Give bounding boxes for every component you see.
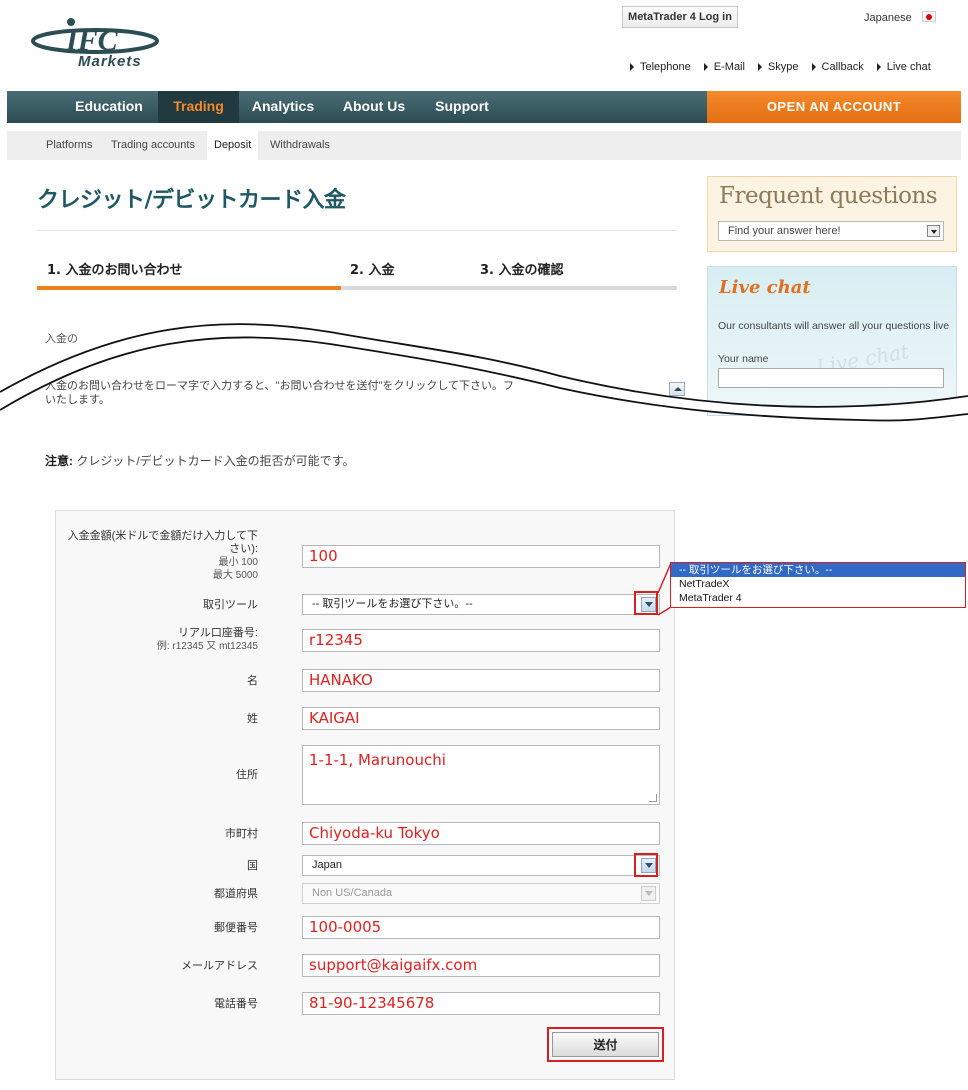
nav-item-education[interactable]: Education — [63, 91, 155, 123]
phone-label: 電話番号 — [214, 998, 258, 1010]
phone-input[interactable]: 81-90-12345678 — [302, 992, 660, 1015]
platform-option-metatrader4[interactable]: MetaTrader 4 — [671, 591, 965, 605]
sub-nav: Platforms Trading accounts Deposit Withd… — [7, 131, 961, 160]
intro-instructions-text: 入金のお問い合わせをローマ字で入力すると、"お問い合わせを送付"をクリックして下… — [45, 380, 515, 406]
resize-grip-icon[interactable] — [649, 794, 657, 802]
logo-markets-text: Markets — [78, 53, 142, 70]
scroll-up-icon[interactable] — [669, 382, 685, 396]
nav-item-support[interactable]: Support — [425, 91, 499, 123]
platform-select-value: -- 取引ツールをお選び下さい。-- — [312, 598, 473, 610]
step-1-inquiry: 1. 入金のお問い合わせ — [47, 263, 183, 278]
metatrader4-login-button[interactable]: MetaTrader 4 Log in — [622, 6, 738, 28]
amount-max: 最大 5000 — [212, 570, 258, 581]
subnav-item-trading-accounts[interactable]: Trading accounts — [104, 131, 202, 160]
last-name-input[interactable]: KAIGAI — [302, 707, 660, 730]
livechat-name-label: Your name — [718, 353, 769, 365]
ifc-markets-logo[interactable]: IFC Markets — [30, 16, 160, 72]
address-label: 住所 — [236, 769, 258, 781]
submit-button[interactable]: 送付 — [552, 1032, 659, 1057]
platform-select[interactable]: -- 取引ツールをお選び下さい。-- — [302, 594, 660, 615]
livechat-box: Live chat Live chat Our consultants will… — [707, 266, 957, 416]
chevron-down-icon — [641, 886, 656, 901]
email-label: メールアドレス — [181, 960, 258, 972]
contact-link-livechat[interactable]: Live chat — [876, 61, 931, 73]
page-title: クレジット/デビットカード入金 — [37, 188, 346, 213]
intro-fragment-text: 入金の — [45, 333, 78, 345]
country-arrow-highlight — [634, 853, 658, 877]
step-2-deposit: 2. 入金 — [350, 263, 395, 278]
arrow-right-icon — [811, 63, 816, 71]
last-name-label: 姓 — [247, 713, 258, 725]
state-label: 都道府県 — [214, 888, 258, 900]
state-select-value: Non US/Canada — [312, 887, 393, 899]
main-nav: Education Trading Analytics About Us Sup… — [7, 91, 961, 123]
account-number-input[interactable]: r12345 — [302, 629, 660, 652]
contact-links: Telephone E-Mail Skype Callback Live cha… — [630, 61, 944, 73]
country-select-value: Japan — [312, 859, 342, 871]
arrow-right-icon — [757, 63, 762, 71]
step-progress-active — [37, 286, 341, 290]
city-label: 市町村 — [225, 828, 258, 840]
amount-label-group: 入金金額(米ドルで金額だけ入力して下さい): 最小 100 最大 5000 — [66, 530, 258, 582]
country-label: 国 — [247, 860, 258, 872]
faq-box: Frequent questions Find your answer here… — [707, 176, 957, 252]
notice-text: 注意: クレジット/デビットカード入金の拒否が可能です。 — [45, 452, 354, 469]
faq-title: Frequent questions — [719, 183, 938, 209]
amount-min: 最小 100 — [218, 557, 258, 568]
submit-highlight: 送付 — [547, 1027, 664, 1062]
subnav-item-platforms[interactable]: Platforms — [39, 131, 99, 160]
address-value: 1-1-1, Marunouchi — [309, 751, 446, 769]
contact-link-callback[interactable]: Callback — [811, 61, 864, 73]
logo-text: IFC — [65, 24, 119, 56]
notice-message: クレジット/デビットカード入金の拒否が可能です。 — [76, 454, 355, 468]
platform-arrow-highlight — [634, 591, 658, 615]
address-textarea[interactable]: 1-1-1, Marunouchi — [302, 745, 660, 805]
nav-item-analytics[interactable]: Analytics — [243, 91, 323, 123]
faq-select-placeholder: Find your answer here! — [728, 225, 841, 237]
email-input[interactable]: support@kaigaifx.com — [302, 954, 660, 977]
amount-label: 入金金額(米ドルで金額だけ入力して下さい): — [67, 530, 258, 555]
contact-link-telephone[interactable]: Telephone — [630, 61, 691, 73]
livechat-name-input[interactable] — [718, 368, 944, 388]
language-selector[interactable]: Japanese — [864, 12, 912, 24]
nav-item-trading[interactable]: Trading — [158, 91, 239, 123]
faq-search-select[interactable]: Find your answer here! — [718, 221, 944, 241]
country-select[interactable]: Japan — [302, 855, 660, 876]
state-select: Non US/Canada — [302, 883, 660, 904]
livechat-title: Live chat — [719, 277, 811, 298]
account-label: リアル口座番号: — [178, 627, 258, 639]
subnav-item-withdrawals[interactable]: Withdrawals — [263, 131, 337, 160]
account-label-group: リアル口座番号: 例: r12345 又 mt12345 — [66, 627, 258, 653]
arrow-right-icon — [703, 63, 708, 71]
contact-link-skype[interactable]: Skype — [757, 61, 799, 73]
arrow-right-icon — [630, 63, 634, 71]
japan-flag-icon[interactable] — [922, 11, 936, 22]
platform-option-placeholder[interactable]: -- 取引ツールをお選び下さい。-- — [671, 563, 965, 577]
first-name-label: 名 — [247, 675, 258, 687]
nav-item-about-us[interactable]: About Us — [332, 91, 416, 123]
platform-option-nettradex[interactable]: NetTradeX — [671, 577, 965, 591]
title-divider — [37, 230, 677, 231]
subnav-item-deposit[interactable]: Deposit — [207, 131, 259, 160]
zip-input[interactable]: 100-0005 — [302, 916, 660, 939]
account-example: 例: r12345 又 mt12345 — [156, 641, 258, 652]
livechat-description: Our consultants will answer all your que… — [718, 320, 950, 332]
platform-dropdown-list: -- 取引ツールをお選び下さい。-- NetTradeX MetaTrader … — [670, 562, 966, 608]
chevron-down-icon[interactable] — [927, 225, 940, 237]
contact-link-email[interactable]: E-Mail — [703, 61, 745, 73]
ifc-logo-mark: IFC — [31, 18, 159, 56]
notice-label: 注意: — [45, 454, 73, 468]
open-account-button[interactable]: OPEN AN ACCOUNT — [707, 91, 961, 123]
zip-label: 郵便番号 — [214, 922, 258, 934]
step-3-confirmation: 3. 入金の確認 — [480, 263, 564, 278]
platform-label: 取引ツール — [203, 599, 258, 611]
first-name-input[interactable]: HANAKO — [302, 669, 660, 692]
city-input[interactable]: Chiyoda-ku Tokyo — [302, 822, 660, 845]
arrow-right-icon — [876, 63, 881, 71]
amount-input[interactable]: 100 — [302, 545, 660, 568]
